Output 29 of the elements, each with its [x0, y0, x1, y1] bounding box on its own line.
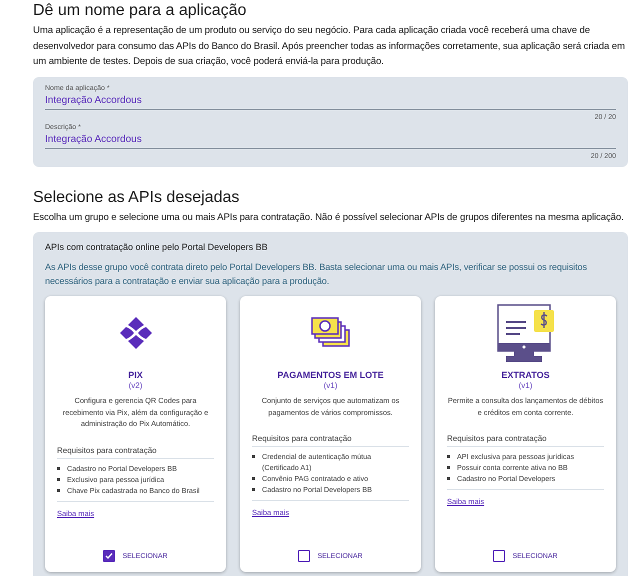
- group-title: APIs com contratação online pelo Portal Developers BB: [45, 242, 269, 252]
- diamond-logo-icon: [118, 316, 152, 350]
- requirements-title: Requisitos para contratação: [252, 434, 409, 447]
- requirements-title: Requisitos para contratação: [57, 446, 214, 458]
- section-description: Escolha um grupo e selecione uma ou mais APIs para contratação. Não é possível selecionar APIs de grupos diferentes na mesma aplicação.: [33, 210, 625, 224]
- bullet-icon: [57, 488, 60, 492]
- api-name: PIX: [128, 370, 143, 380]
- bullet-icon: [252, 477, 255, 480]
- bullet-icon: [57, 478, 60, 480]
- api-version: (v2): [128, 381, 142, 390]
- bullet-icon: [57, 466, 60, 470]
- section-title: Dê um nome para a aplicação: [33, 2, 248, 20]
- banknotes-icon: [310, 316, 350, 350]
- bullet-icon: [447, 455, 450, 458]
- section-description: Uma aplicação é a representação de um produto ou serviço do seu negócio. Para cada aplicação criada você receberá uma chave de desenvolvedor para consumo das APIs do Banco do Brasil. Após preencher todas as informações corretamente, sua aplicação será criada em um ambiente de testes. Depois de sua criação, você poderá enviá-la para produção.: [33, 24, 626, 69]
- bullet-icon: [252, 455, 255, 458]
- api-version: (v1): [324, 381, 338, 390]
- bullet-icon: [447, 477, 450, 480]
- api-name: PAGAMENTOS EM LOTE: [277, 370, 384, 380]
- requirements-title: Requisitos para contratação: [447, 434, 604, 447]
- monitor-dollar-icon: [496, 302, 556, 364]
- api-name: EXTRATOS: [501, 370, 550, 380]
- text-field[interactable]: Integração Accordous: [45, 130, 616, 148]
- api-version: (v1): [518, 381, 532, 390]
- section-title: Selecione as APIs desejadas: [33, 188, 240, 206]
- text-field[interactable]: Integração Accordous: [45, 92, 616, 110]
- bullet-icon: [252, 488, 255, 491]
- bullet-icon: [447, 466, 450, 469]
- group-description: As APIs desse grupo você contrata direto pelo Portal Developers BB. Basta selecionar uma ou mais APIs, verificar se possui os requisitos necessários para a contratação e enviar sua aplicação para a produção.: [45, 261, 588, 288]
